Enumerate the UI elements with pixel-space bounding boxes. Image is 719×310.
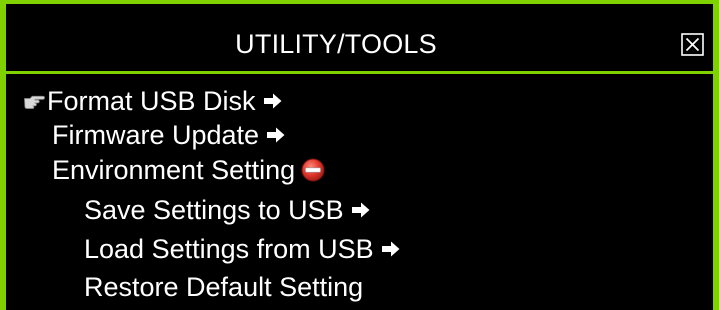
menu-item-label: Load Settings from USB	[84, 234, 374, 264]
right-arrow-icon	[351, 202, 370, 218]
menu-item-label: Restore Default Setting	[84, 272, 364, 302]
menu-item-save-settings-to-usb[interactable]: Save Settings to USB	[84, 195, 370, 225]
close-box-icon	[681, 33, 704, 56]
menu-item-label: Environment Setting	[52, 155, 296, 185]
menu-item-load-settings-from-usb[interactable]: Load Settings from USB	[84, 234, 400, 264]
pointing-hand-icon	[23, 93, 45, 109]
dialog-title: UTILITY/TOOLS	[235, 29, 437, 59]
title-separator	[0, 71, 719, 74]
collapse-minus-icon[interactable]	[301, 158, 325, 182]
menu-item-format-usb-disk[interactable]: Format USB Disk	[23, 86, 282, 116]
right-arrow-icon	[267, 127, 285, 143]
menu-item-label: Firmware Update	[52, 120, 260, 150]
menu-item-label: Save Settings to USB	[84, 195, 344, 225]
right-arrow-icon	[263, 93, 282, 109]
menu-item-restore-default-setting[interactable]: Restore Default Setting	[84, 272, 363, 302]
menu-item-label: Format USB Disk	[47, 86, 256, 116]
close-button[interactable]	[681, 33, 704, 56]
menu-item-firmware-update[interactable]: Firmware Update	[52, 120, 285, 150]
right-arrow-icon	[381, 241, 400, 257]
utility-tools-dialog: UTILITY/TOOLS Format USB Disk Firmware U…	[0, 0, 719, 310]
menu-item-environment-setting[interactable]: Environment Setting	[52, 155, 325, 185]
